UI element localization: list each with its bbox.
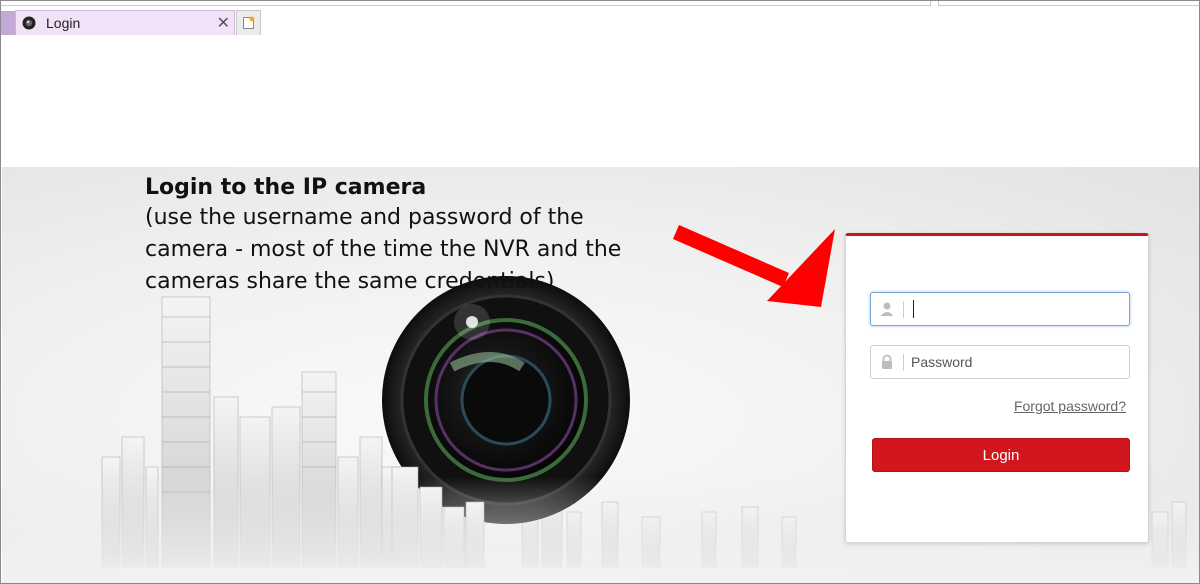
- text-caret: [913, 300, 914, 318]
- tab-group-accent: [1, 11, 15, 35]
- username-field[interactable]: [870, 292, 1130, 326]
- forgot-password-link[interactable]: Forgot password?: [1014, 398, 1126, 414]
- password-field[interactable]: [870, 345, 1130, 379]
- user-icon: [880, 302, 894, 316]
- field-separator: [903, 354, 904, 371]
- annotation-title: Login to the IP camera: [145, 175, 427, 200]
- browser-window: Login ✕ Login to the IP camera (use the …: [0, 0, 1200, 584]
- tab-login[interactable]: Login ✕: [15, 10, 235, 35]
- lock-icon: [882, 354, 892, 369]
- annotation-line-3: cameras share the same credentials): [145, 269, 555, 294]
- annotation-line-1: (use the username and password of the: [145, 205, 584, 230]
- username-input[interactable]: [911, 297, 1121, 321]
- tab-title: Login: [46, 15, 81, 31]
- address-bar-edge: [1, 5, 931, 6]
- close-tab-icon[interactable]: ✕: [217, 14, 230, 32]
- field-separator: [903, 301, 904, 318]
- login-panel: Forgot password? Login: [845, 233, 1149, 543]
- address-bar-edge-cap: [930, 1, 931, 6]
- login-button[interactable]: Login: [872, 438, 1130, 472]
- tab-strip: Login ✕: [1, 1, 1199, 35]
- camera-favicon-icon: [22, 16, 36, 30]
- annotation-line-2: camera - most of the time the NVR and th…: [145, 237, 622, 262]
- new-tab-icon: [243, 16, 255, 29]
- new-tab-button[interactable]: [236, 10, 261, 35]
- search-bar-edge: [938, 5, 1199, 6]
- red-arrow-annotation: [673, 225, 835, 307]
- password-input[interactable]: [911, 350, 1121, 374]
